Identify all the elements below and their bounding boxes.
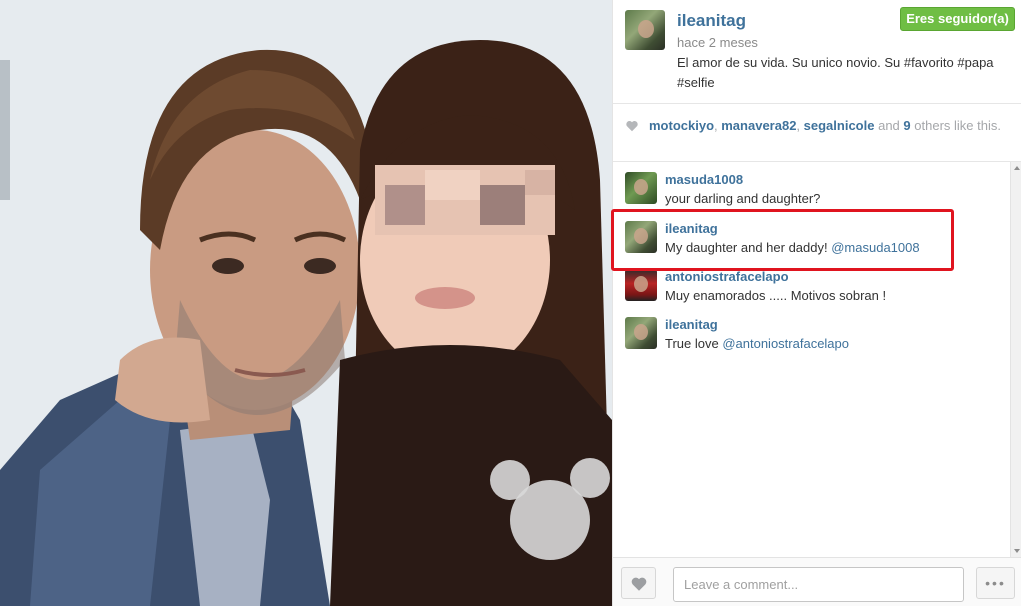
commenter-username[interactable]: antoniostrafacelapo bbox=[665, 269, 789, 284]
commenter-avatar[interactable] bbox=[625, 221, 657, 253]
liker-link[interactable]: segalnicole bbox=[804, 118, 875, 133]
liker-link[interactable]: manavera82 bbox=[721, 118, 796, 133]
post-photo bbox=[0, 0, 612, 606]
commenter-username[interactable]: ileanitag bbox=[665, 221, 718, 236]
likes-text: motockiyo, manavera82, segalnicole and 9… bbox=[649, 118, 1001, 133]
likes-others-count[interactable]: 9 bbox=[903, 118, 910, 133]
commenter-avatar[interactable] bbox=[625, 317, 657, 349]
liker-link[interactable]: motockiyo bbox=[649, 118, 714, 133]
comment-item: ileanitag My daughter and her daddy! @ma… bbox=[613, 211, 1010, 255]
more-options-button[interactable]: ••• bbox=[976, 567, 1015, 599]
post-sidebar: ileanitag Eres seguidor(a) hace 2 meses … bbox=[612, 0, 1021, 606]
likes-summary: motockiyo, manavera82, segalnicole and 9… bbox=[613, 104, 1021, 162]
more-icon: ••• bbox=[985, 575, 1006, 591]
post-timestamp[interactable]: hace 2 meses bbox=[677, 35, 758, 50]
comment-text: Muy enamorados ..... Motivos sobran ! bbox=[665, 288, 887, 303]
commenter-avatar[interactable] bbox=[625, 269, 657, 301]
comment-text: True love @antoniostrafacelapo bbox=[665, 336, 849, 351]
comment-item: masuda1008 your darling and daughter? bbox=[613, 162, 1010, 206]
like-button[interactable] bbox=[621, 567, 656, 599]
scroll-down-icon[interactable] bbox=[1014, 549, 1020, 553]
commenter-avatar[interactable] bbox=[625, 172, 657, 204]
post-caption: El amor de su vida. Su unico novio. Su #… bbox=[677, 55, 994, 90]
mention-link[interactable]: @antoniostrafacelapo bbox=[722, 336, 849, 351]
owner-avatar[interactable] bbox=[625, 10, 665, 50]
comment-footer: ••• bbox=[613, 557, 1021, 606]
commenter-username[interactable]: ileanitag bbox=[665, 317, 718, 332]
post-header: ileanitag Eres seguidor(a) hace 2 meses … bbox=[613, 0, 1021, 104]
scroll-up-icon[interactable] bbox=[1014, 166, 1020, 170]
comment-text: My daughter and her daddy! @masuda1008 bbox=[665, 240, 920, 255]
comment-item: antoniostrafacelapo Muy enamorados .....… bbox=[613, 259, 1010, 303]
comment-list: masuda1008 your darling and daughter? il… bbox=[613, 162, 1010, 557]
heart-icon bbox=[626, 121, 638, 132]
comment-item: ileanitag True love @antoniostrafacelapo bbox=[613, 307, 1010, 351]
owner-username[interactable]: ileanitag bbox=[677, 11, 746, 31]
commenter-username[interactable]: masuda1008 bbox=[665, 172, 743, 187]
selfie-image bbox=[0, 0, 612, 606]
comments-scrollbar[interactable] bbox=[1010, 162, 1021, 557]
comment-text: your darling and daughter? bbox=[665, 191, 821, 206]
mention-link[interactable]: @masuda1008 bbox=[831, 240, 919, 255]
following-button[interactable]: Eres seguidor(a) bbox=[900, 7, 1015, 31]
heart-icon bbox=[631, 577, 647, 591]
comment-input[interactable] bbox=[673, 567, 964, 602]
